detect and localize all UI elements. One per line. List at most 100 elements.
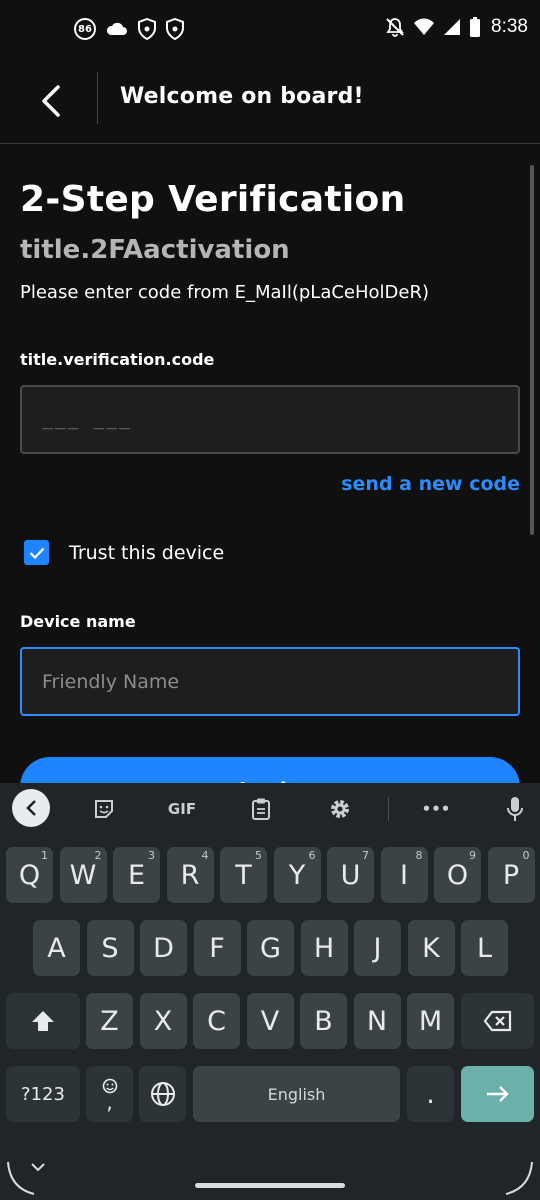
key-hint: 3 (148, 849, 155, 862)
sticker-button[interactable] (84, 792, 124, 826)
key-label: E (127, 859, 146, 891)
symbols-key[interactable]: ?123 (6, 1066, 80, 1122)
key-v[interactable]: V (246, 993, 294, 1049)
key-b[interactable]: B (300, 993, 347, 1049)
gear-icon (331, 800, 349, 818)
key-label: R (180, 859, 200, 891)
key-l[interactable]: L (461, 920, 508, 976)
settings-button[interactable] (320, 792, 360, 826)
more-options-button[interactable]: ••• (416, 792, 456, 826)
key-o[interactable]: O9 (434, 847, 481, 903)
form-heading: 2-Step Verification (20, 179, 406, 220)
key-n[interactable]: N (353, 993, 401, 1049)
globe-icon (150, 1082, 175, 1106)
arrow-right-icon (486, 1086, 509, 1102)
key-j[interactable]: J (354, 920, 401, 976)
key-hint: 7 (362, 849, 369, 862)
keyboard-collapse-button[interactable] (12, 789, 50, 827)
verification-form: 2-Step Verification title.2FAactivation … (0, 145, 540, 785)
key-m[interactable]: M (407, 993, 454, 1049)
comma-label: , (106, 1090, 113, 1114)
instruction-text: Please enter code from E_MaIl(pLaCeHolDe… (20, 282, 430, 303)
trust-device-checkbox[interactable] (24, 540, 49, 565)
keyboard-toolbar: GIF ••• (0, 783, 540, 835)
shift-key[interactable] (6, 993, 80, 1049)
key-k[interactable]: K (407, 920, 455, 976)
app-header: Welcome on board! (0, 60, 540, 144)
shield-icon (138, 18, 156, 40)
key-hint: 0 (522, 849, 530, 862)
key-w[interactable]: W2 (59, 847, 107, 903)
chevron-left-icon (26, 800, 36, 816)
key-label: U (340, 859, 361, 891)
key-e[interactable]: E3 (113, 847, 160, 903)
emoji-key[interactable]: , (86, 1066, 133, 1122)
key-d[interactable]: D (140, 920, 187, 976)
header-divider (97, 72, 98, 124)
key-label: O (446, 859, 469, 891)
scrollbar[interactable] (530, 165, 534, 535)
gif-button[interactable]: GIF (162, 792, 202, 826)
key-hint: 2 (94, 849, 102, 862)
microphone-icon (507, 797, 523, 821)
key-f[interactable]: F (193, 920, 241, 976)
status-time: 8:38 (491, 16, 528, 37)
toolbar-separator (388, 797, 389, 821)
backspace-icon (483, 1010, 511, 1032)
trust-device-row[interactable]: Trust this device (24, 540, 224, 565)
device-name-input[interactable] (20, 647, 520, 716)
key-t[interactable]: T5 (220, 847, 267, 903)
system-nav-bar (0, 1140, 540, 1200)
back-button[interactable] (28, 78, 74, 124)
shield-icon (166, 18, 184, 40)
checkmark-icon (29, 547, 44, 559)
key-hint: 1 (41, 849, 48, 862)
corner-right-icon (505, 1161, 533, 1195)
status-system: 8:38 (385, 16, 528, 38)
key-u[interactable]: U7 (327, 847, 374, 903)
key-hint: 9 (469, 849, 476, 862)
key-hint: 5 (255, 849, 262, 862)
key-c[interactable]: C (193, 993, 240, 1049)
key-y[interactable]: Y6 (273, 847, 321, 903)
status-notifications: 86 (74, 18, 184, 40)
verification-code-input[interactable]: ___ ___ (20, 385, 520, 454)
login-button[interactable]: Login (20, 757, 520, 785)
key-r[interactable]: R4 (166, 847, 214, 903)
key-i[interactable]: I8 (380, 847, 428, 903)
soft-keyboard: GIF ••• Q1W2E3R4T5Y6U7I8O9P0 ASDFGHJKL Z… (0, 783, 540, 1140)
signal-icon (444, 19, 461, 35)
voice-input-button[interactable] (495, 792, 535, 826)
space-key[interactable]: English (193, 1066, 400, 1122)
key-z[interactable]: Z (86, 993, 133, 1049)
key-g[interactable]: G (247, 920, 294, 976)
form-subheading: title.2FAactivation (20, 235, 290, 265)
bell-off-icon (386, 18, 404, 37)
sticker-icon (95, 800, 113, 818)
battery-icon (470, 17, 481, 37)
corner-left-icon (7, 1161, 35, 1195)
key-p[interactable]: P0 (487, 847, 535, 903)
language-key[interactable] (139, 1066, 186, 1122)
cloud-icon (106, 22, 127, 35)
key-label: P (502, 859, 520, 891)
enter-key[interactable] (461, 1066, 534, 1122)
chevron-left-icon (42, 85, 60, 117)
key-a[interactable]: A (33, 920, 80, 976)
trust-device-label: Trust this device (69, 541, 225, 564)
send-new-code-link[interactable]: send a new code (341, 473, 520, 495)
clipboard-button[interactable] (241, 792, 281, 826)
key-s[interactable]: S (86, 920, 134, 976)
key-hint: 4 (201, 849, 209, 862)
period-key[interactable]: . (407, 1066, 454, 1122)
status-bar: 86 8:38 (0, 0, 540, 60)
key-label: T (235, 859, 252, 891)
key-x[interactable]: X (139, 993, 187, 1049)
key-h[interactable]: H (300, 920, 348, 976)
key-label: Q (18, 859, 41, 891)
clipboard-icon (252, 798, 270, 820)
shift-icon (32, 1011, 54, 1031)
backspace-key[interactable] (461, 993, 534, 1049)
home-gesture-pill[interactable] (195, 1183, 345, 1188)
key-q[interactable]: Q1 (6, 847, 53, 903)
